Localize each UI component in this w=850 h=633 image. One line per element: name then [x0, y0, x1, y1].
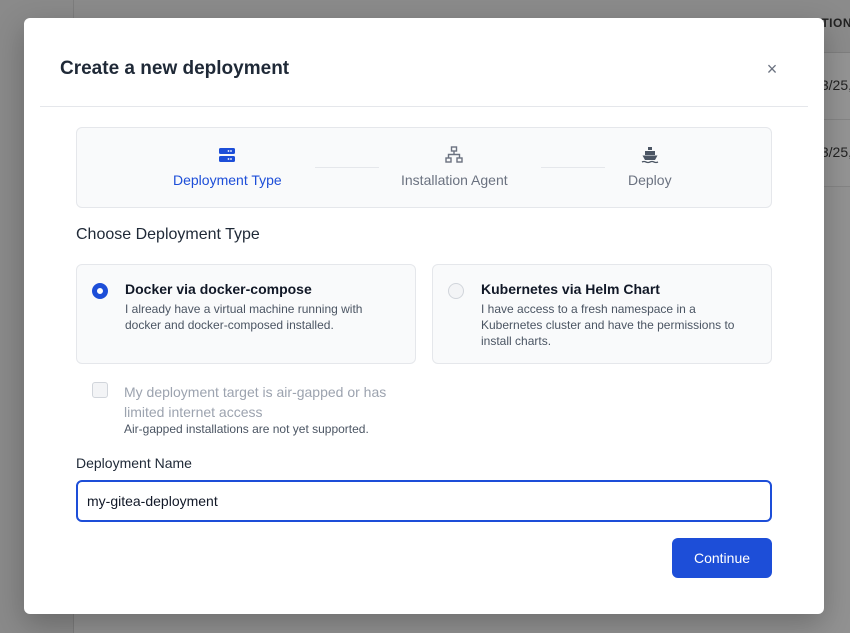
network-tree-icon — [445, 146, 464, 163]
kubernetes-radio[interactable] — [448, 283, 464, 299]
step-deployment-type[interactable]: Deployment Type — [173, 146, 282, 188]
option-title: Docker via docker-compose — [125, 281, 312, 297]
background-row-date: 3/25, — [820, 77, 850, 93]
header-divider — [40, 106, 808, 107]
step-label: Deploy — [628, 172, 672, 188]
step-connector — [541, 167, 605, 168]
modal-title: Create a new deployment — [60, 58, 290, 79]
airgap-checkbox[interactable] — [92, 382, 108, 398]
continue-button[interactable]: Continue — [672, 538, 772, 578]
docker-radio[interactable] — [92, 283, 108, 299]
airgap-help-text: Air-gapped installations are not yet sup… — [124, 422, 369, 436]
section-title: Choose Deployment Type — [76, 226, 260, 243]
step-installation-agent[interactable]: Installation Agent — [401, 146, 508, 188]
option-description: I already have a virtual machine running… — [125, 302, 363, 332]
option-kubernetes-helm[interactable]: Kubernetes via Helm Chart I have access … — [432, 264, 772, 364]
create-deployment-modal: Create a new deployment × Deployment Typ… — [24, 18, 824, 614]
deployment-stepper: Deployment Type Installation Agent Deplo… — [76, 127, 772, 208]
deployment-name-input[interactable] — [76, 480, 772, 522]
step-label: Installation Agent — [401, 172, 508, 188]
background-row-date: 3/25, — [820, 144, 850, 160]
step-deploy[interactable]: Deploy — [628, 146, 672, 188]
ship-icon — [641, 147, 659, 164]
option-docker-compose[interactable]: Docker via docker-compose I already have… — [76, 264, 416, 364]
close-icon: × — [766, 59, 778, 79]
step-label: Deployment Type — [173, 172, 282, 188]
deployment-name-label: Deployment Name — [76, 455, 192, 471]
airgap-label: My deployment target is air-gapped or ha… — [124, 384, 387, 420]
close-button[interactable]: × — [764, 60, 780, 78]
option-description: I have access to a fresh namespace in a … — [481, 302, 735, 348]
step-connector — [315, 167, 379, 168]
option-title: Kubernetes via Helm Chart — [481, 281, 660, 297]
server-stack-icon — [219, 148, 236, 162]
